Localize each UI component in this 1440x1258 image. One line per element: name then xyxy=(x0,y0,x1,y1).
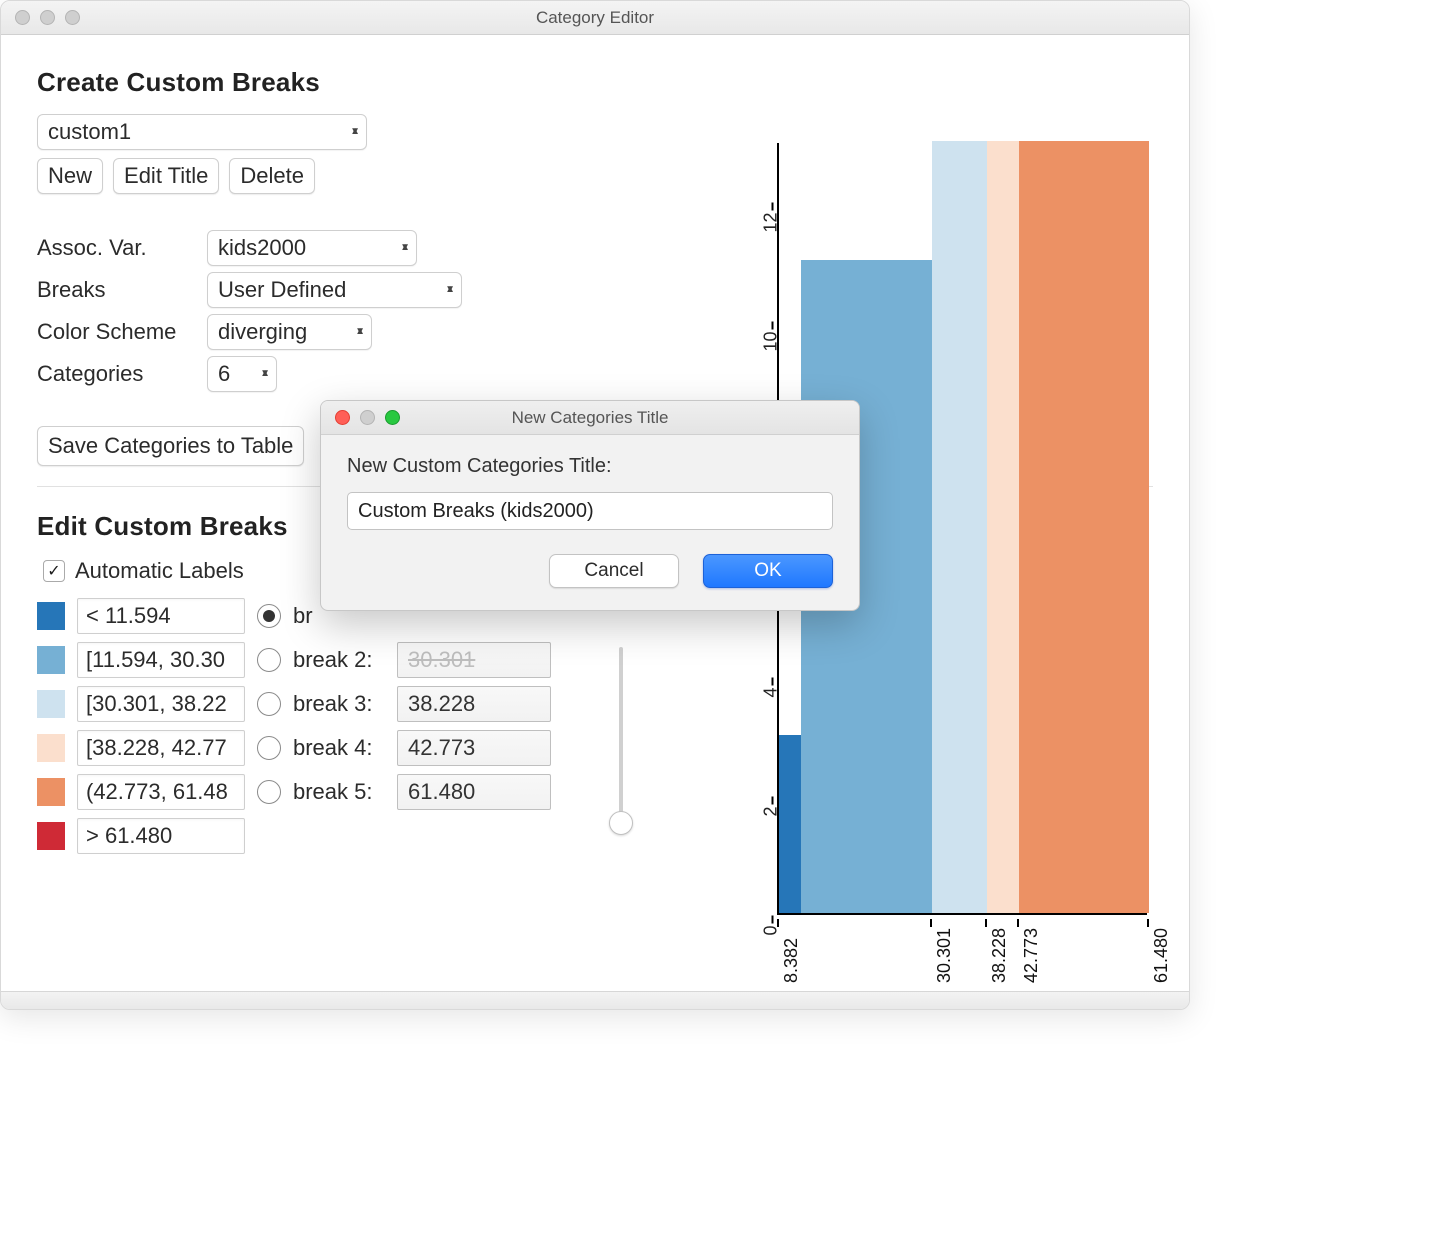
break-value-input[interactable]: 38.228 xyxy=(397,686,551,722)
automatic-labels-text: Automatic Labels xyxy=(75,558,244,584)
histogram-bar xyxy=(987,141,1019,913)
save-categories-button[interactable]: Save Categories to Table xyxy=(37,426,304,466)
x-tick-label: 42.773 xyxy=(1021,928,1042,983)
ok-button[interactable]: OK xyxy=(703,554,833,588)
histogram-bar xyxy=(1019,141,1149,913)
statusbar xyxy=(1,991,1189,1009)
new-button[interactable]: New xyxy=(37,158,103,194)
create-section-title: Create Custom Breaks xyxy=(37,67,1153,98)
categories-label: Categories xyxy=(37,361,207,387)
break-radio[interactable] xyxy=(257,648,281,672)
color-swatch[interactable] xyxy=(37,822,65,850)
titlebar[interactable]: Category Editor xyxy=(1,1,1189,35)
y-tick-label: 4 xyxy=(761,688,782,718)
new-categories-title-dialog: New Categories Title New Custom Categori… xyxy=(320,400,860,611)
dialog-titlebar[interactable]: New Categories Title xyxy=(321,401,859,435)
break-label: break 3: xyxy=(293,691,385,717)
color-swatch[interactable] xyxy=(37,778,65,806)
x-tick-label: 38.228 xyxy=(989,928,1010,983)
category-label-input[interactable]: (42.773, 61.48 xyxy=(77,774,245,810)
x-tick-label: 30.301 xyxy=(934,928,955,983)
color-swatch[interactable] xyxy=(37,602,65,630)
category-label-input[interactable]: [11.594, 30.30 xyxy=(77,642,245,678)
category-label-input[interactable]: [38.228, 42.77 xyxy=(77,730,245,766)
y-tick-label: 2 xyxy=(761,807,782,837)
slider-thumb[interactable] xyxy=(609,811,633,835)
break-radio[interactable] xyxy=(257,780,281,804)
assoc-var-select[interactable]: kids2000 ▲▼ xyxy=(207,230,417,266)
color-swatch[interactable] xyxy=(37,734,65,762)
break-value-input[interactable]: 30.301 xyxy=(397,642,551,678)
cancel-button[interactable]: Cancel xyxy=(549,554,679,588)
dialog-title-input[interactable]: Custom Breaks (kids2000) xyxy=(347,492,833,530)
break-value-input[interactable]: 61.480 xyxy=(397,774,551,810)
break-radio[interactable] xyxy=(257,604,281,628)
dialog-prompt: New Custom Categories Title: xyxy=(347,455,833,478)
break-value-input[interactable]: 42.773 xyxy=(397,730,551,766)
window-title: Category Editor xyxy=(1,8,1189,28)
color-swatch[interactable] xyxy=(37,646,65,674)
break-label: break 5: xyxy=(293,779,385,805)
delete-button[interactable]: Delete xyxy=(229,158,315,194)
dialog-title: New Categories Title xyxy=(321,408,859,428)
automatic-labels-checkbox[interactable]: ✓ xyxy=(43,560,65,582)
break-radio[interactable] xyxy=(257,692,281,716)
edit-title-button[interactable]: Edit Title xyxy=(113,158,219,194)
category-label-input[interactable]: < 11.594 xyxy=(77,598,245,634)
histogram-bar xyxy=(932,141,987,913)
break-label: break 4: xyxy=(293,735,385,761)
histogram-bar xyxy=(779,735,801,913)
breaks-label: Breaks xyxy=(37,277,207,303)
color-scheme-select[interactable]: diverging ▲▼ xyxy=(207,314,372,350)
y-tick-label: 10 xyxy=(761,332,782,362)
category-label-input[interactable]: > 61.480 xyxy=(77,818,245,854)
x-tick-label: 61.480 xyxy=(1151,928,1172,983)
assoc-var-label: Assoc. Var. xyxy=(37,235,207,261)
color-swatch[interactable] xyxy=(37,690,65,718)
categories-stepper[interactable]: 6 ▲▼ xyxy=(207,356,277,392)
break-label: break 2: xyxy=(293,647,385,673)
preset-select[interactable]: custom1 ▲▼ xyxy=(37,114,367,150)
color-scheme-label: Color Scheme xyxy=(37,319,207,345)
break-slider[interactable] xyxy=(609,647,633,835)
y-tick-label: 12 xyxy=(761,213,782,243)
breaks-select[interactable]: User Defined ▲▼ xyxy=(207,272,462,308)
break-radio[interactable] xyxy=(257,736,281,760)
category-label-input[interactable]: [30.301, 38.22 xyxy=(77,686,245,722)
x-tick-label: 8.382 xyxy=(781,938,802,983)
